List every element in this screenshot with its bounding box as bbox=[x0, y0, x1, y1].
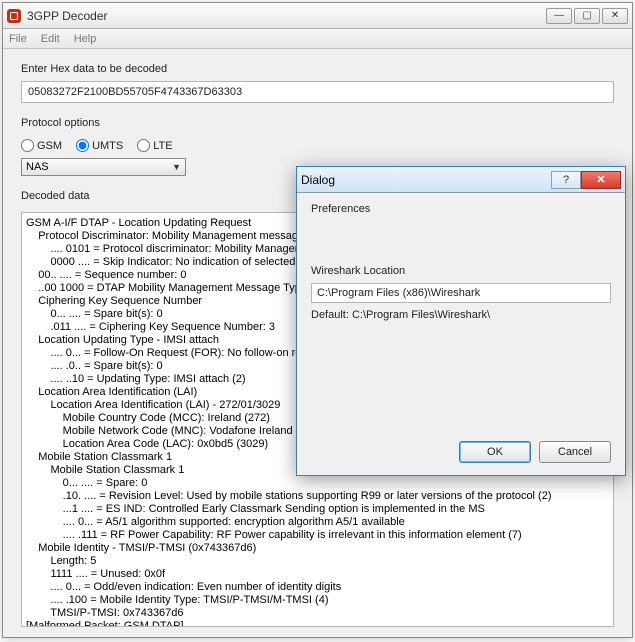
hex-input[interactable] bbox=[21, 81, 614, 103]
protocol-options-label: Protocol options bbox=[21, 117, 614, 129]
preferences-dialog: Dialog ? ✕ Preferences Wireshark Locatio… bbox=[296, 166, 626, 476]
maximize-button[interactable]: ▢ bbox=[574, 8, 600, 24]
radio-gsm[interactable]: GSM bbox=[21, 139, 62, 152]
protocol-dropdown[interactable]: NAS ▼ bbox=[21, 158, 186, 176]
radio-umts[interactable]: UMTS bbox=[76, 139, 123, 152]
dialog-button-row: OK Cancel bbox=[297, 433, 625, 475]
wireshark-location-label: Wireshark Location bbox=[311, 265, 611, 277]
menu-file[interactable]: File bbox=[9, 33, 27, 45]
wireshark-location-input[interactable] bbox=[311, 283, 611, 303]
main-titlebar[interactable]: 3GPP Decoder — ▢ ✕ bbox=[3, 3, 632, 29]
dialog-close-button[interactable]: ✕ bbox=[581, 171, 621, 189]
radio-lte[interactable]: LTE bbox=[137, 139, 172, 152]
dialog-title: Dialog bbox=[301, 173, 551, 187]
chevron-down-icon: ▼ bbox=[172, 162, 181, 172]
app-title: 3GPP Decoder bbox=[27, 9, 546, 23]
protocol-dropdown-value: NAS bbox=[26, 161, 49, 173]
menubar: File Edit Help bbox=[3, 29, 632, 49]
protocol-radio-group: GSM UMTS LTE bbox=[21, 139, 614, 152]
app-icon bbox=[7, 9, 21, 23]
menu-help[interactable]: Help bbox=[74, 33, 97, 45]
ok-button[interactable]: OK bbox=[459, 441, 531, 463]
wireshark-default-path: Default: C:\Program Files\Wireshark\ bbox=[311, 309, 611, 321]
cancel-button[interactable]: Cancel bbox=[539, 441, 611, 463]
dialog-help-button[interactable]: ? bbox=[551, 171, 581, 189]
menu-edit[interactable]: Edit bbox=[41, 33, 60, 45]
close-button[interactable]: ✕ bbox=[602, 8, 628, 24]
minimize-button[interactable]: — bbox=[546, 8, 572, 24]
window-controls: — ▢ ✕ bbox=[546, 8, 628, 24]
dialog-heading: Preferences bbox=[311, 203, 611, 215]
hex-input-label: Enter Hex data to be decoded bbox=[21, 63, 614, 75]
dialog-body: Preferences Wireshark Location Default: … bbox=[297, 193, 625, 433]
dialog-titlebar[interactable]: Dialog ? ✕ bbox=[297, 167, 625, 193]
